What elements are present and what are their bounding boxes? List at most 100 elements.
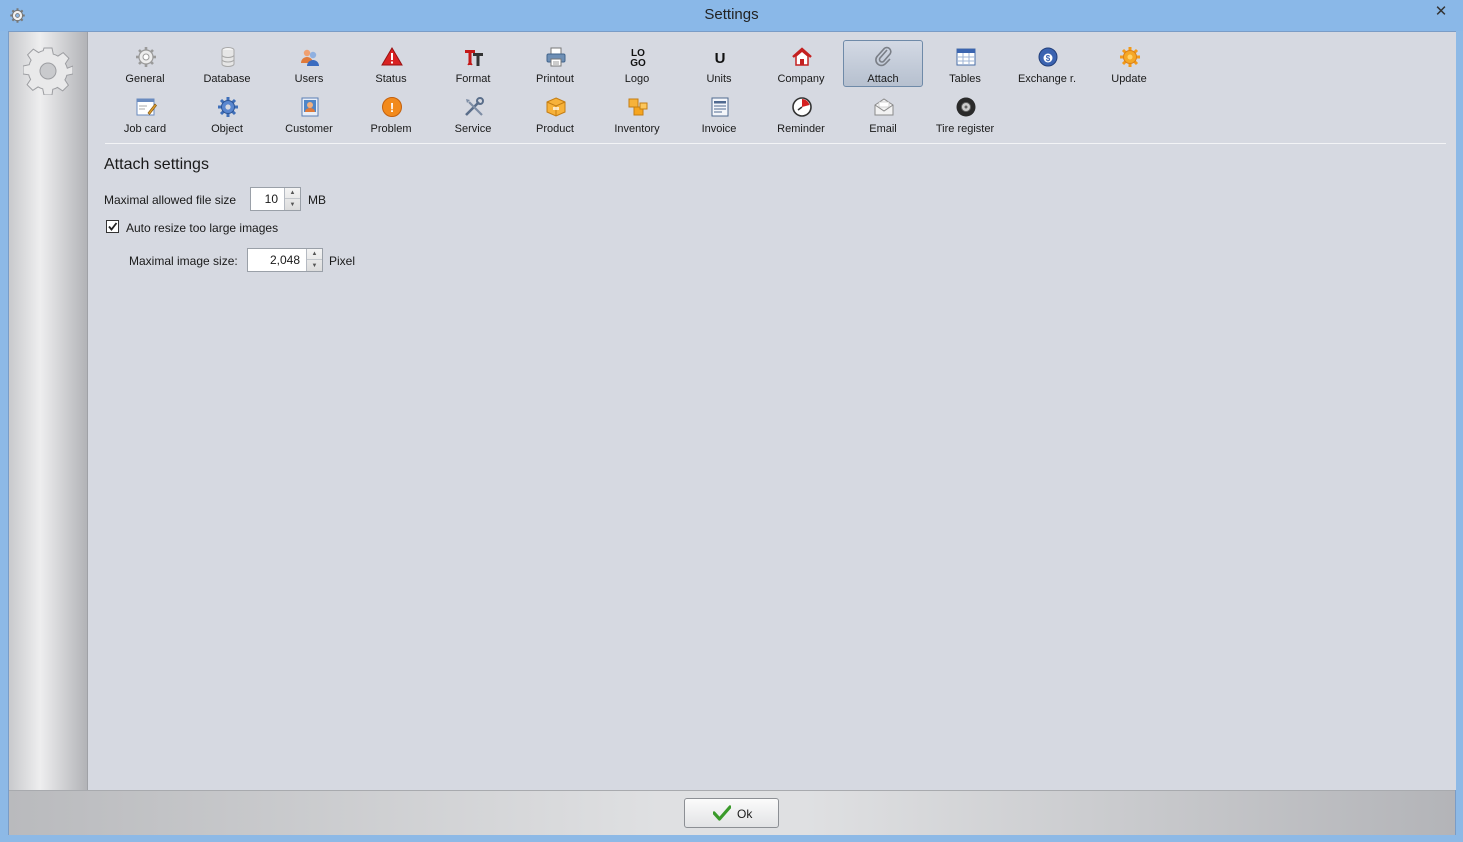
toolbar-item-tables[interactable]: Tables — [925, 40, 1005, 87]
tire-icon — [956, 97, 976, 117]
auto-resize-checkbox[interactable] — [106, 220, 119, 233]
settings-window: General Database Users Status Format Pri… — [8, 31, 1456, 835]
box-icon — [546, 97, 566, 117]
toolbar-item-printout[interactable]: Printout — [515, 40, 595, 87]
house-icon — [792, 47, 812, 66]
max-file-size-value[interactable]: 10 — [251, 192, 283, 206]
max-image-size-value[interactable]: 2,048 — [248, 253, 305, 267]
toolbar-item-attach[interactable]: Attach — [843, 40, 923, 87]
database-icon — [221, 47, 235, 67]
invoice-icon — [711, 97, 729, 117]
max-image-size-unit: Pixel — [329, 254, 356, 268]
max-file-size-spinner[interactable]: 10 ▲ ▼ — [250, 187, 301, 211]
increment-button[interactable]: ▲ — [307, 249, 322, 260]
section-title: Attach settings — [104, 156, 209, 173]
toolbar-item-label: Users — [294, 73, 324, 85]
toolbar-item-reminder[interactable]: Reminder — [761, 90, 841, 137]
boxes-icon — [628, 98, 648, 116]
toolbar-item-company[interactable]: Company — [761, 40, 841, 87]
toolbar-item-label: Job card — [123, 123, 167, 135]
tools-icon — [465, 97, 484, 116]
checkmark-icon — [108, 222, 118, 231]
reminder-clock-icon — [792, 97, 812, 117]
toolbar-item-label: Exchange r. — [1017, 73, 1077, 85]
toolbar-item-label: Email — [869, 123, 897, 135]
toolbar-item-label: Units — [706, 73, 732, 85]
toolbar-item-label: Invoice — [701, 123, 737, 135]
toolbar-item-exchange-rates[interactable]: $ Exchange r. — [1007, 40, 1087, 87]
toolbar-separator — [105, 143, 1446, 144]
toolbar-item-tire-register[interactable]: Tire register — [925, 90, 1005, 137]
svg-text:U: U — [715, 50, 726, 67]
toolbar-item-general[interactable]: General — [105, 40, 185, 87]
format-text-icon — [465, 50, 483, 66]
spinner-arrows: ▲ ▼ — [306, 249, 322, 271]
svg-text:GO: GO — [630, 58, 646, 68]
toolbar-item-inventory[interactable]: Inventory — [597, 90, 677, 137]
toolbar-item-label: Update — [1111, 73, 1147, 85]
toolbar-item-job-card[interactable]: Job card — [105, 90, 185, 137]
customer-icon — [301, 97, 319, 117]
decrement-button[interactable]: ▼ — [285, 199, 300, 210]
toolbar-item-email[interactable]: Email — [843, 90, 923, 137]
toolbar-item-logo[interactable]: LO GO Logo — [597, 40, 677, 87]
toolbar-item-users[interactable]: Users — [269, 40, 349, 87]
toolbar-item-label: Product — [536, 123, 574, 135]
ok-button[interactable]: Ok — [684, 798, 779, 828]
job-card-icon — [136, 98, 157, 116]
auto-resize-label[interactable]: Auto resize too large images — [126, 221, 278, 235]
paperclip-icon — [875, 46, 892, 67]
toolbar-item-database[interactable]: Database — [187, 40, 267, 87]
decrement-button[interactable]: ▼ — [307, 260, 322, 271]
toolbar-item-label: Customer — [285, 123, 333, 135]
ok-button-label: Ok — [737, 807, 753, 821]
toolbar-item-object[interactable]: Object — [187, 90, 267, 137]
toolbar-item-label: General — [125, 73, 165, 85]
toolbar-item-label: Reminder — [777, 123, 825, 135]
toolbar-item-invoice[interactable]: Invoice — [679, 90, 759, 137]
max-file-size-label: Maximal allowed file size — [104, 193, 237, 207]
toolbar-item-label: Database — [203, 73, 251, 85]
dialog-button-bar: Ok — [9, 790, 1455, 835]
toolbar-item-label: Status — [375, 73, 407, 85]
settings-content: General Database Users Status Format Pri… — [89, 32, 1456, 790]
toolbar-item-label: Inventory — [614, 123, 660, 135]
increment-button[interactable]: ▲ — [285, 188, 300, 199]
max-file-size-unit: MB — [308, 193, 326, 207]
checkmark-icon — [713, 805, 731, 821]
toolbar-item-status[interactable]: Status — [351, 40, 431, 87]
toolbar-item-service[interactable]: Service — [433, 90, 513, 137]
large-gear-icon — [23, 47, 73, 95]
toolbar-item-label: Printout — [536, 73, 574, 85]
update-gear-icon — [1120, 47, 1140, 67]
side-panel — [9, 32, 88, 790]
toolbar-item-units[interactable]: U Units — [679, 40, 759, 87]
users-icon — [301, 49, 319, 66]
gear-icon — [136, 47, 156, 67]
window-title: Settings — [704, 6, 759, 23]
table-icon — [956, 48, 976, 66]
toolbar-item-update[interactable]: Update — [1089, 40, 1169, 87]
svg-text:$: $ — [1046, 54, 1051, 63]
svg-text:!: ! — [390, 100, 394, 115]
toolbar-item-product[interactable]: Product — [515, 90, 595, 137]
close-button[interactable]: ✕ — [1424, 0, 1458, 22]
toolbar-item-problem[interactable]: ! Problem — [351, 90, 431, 137]
envelope-icon — [874, 98, 894, 116]
toolbar-item-label: Object — [211, 123, 243, 135]
object-gear-icon — [218, 97, 238, 117]
title-bar: Settings ✕ — [0, 0, 1463, 31]
toolbar-item-customer[interactable]: Customer — [269, 90, 349, 137]
toolbar-item-label: Format — [455, 73, 491, 85]
toolbar-item-label: Logo — [624, 73, 650, 85]
spinner-arrows: ▲ ▼ — [284, 188, 300, 210]
logo-icon: LOGO — [630, 48, 646, 68]
problem-icon: ! — [382, 97, 402, 117]
toolbar-item-label: Problem — [370, 123, 412, 135]
toolbar-item-format[interactable]: Format — [433, 40, 513, 87]
toolbar-item-label: Tables — [949, 73, 981, 85]
max-image-size-spinner[interactable]: 2,048 ▲ ▼ — [247, 248, 323, 272]
toolbar-item-label: Tire register — [935, 123, 995, 135]
warning-triangle-icon — [381, 47, 403, 66]
close-icon: ✕ — [1434, 3, 1448, 20]
